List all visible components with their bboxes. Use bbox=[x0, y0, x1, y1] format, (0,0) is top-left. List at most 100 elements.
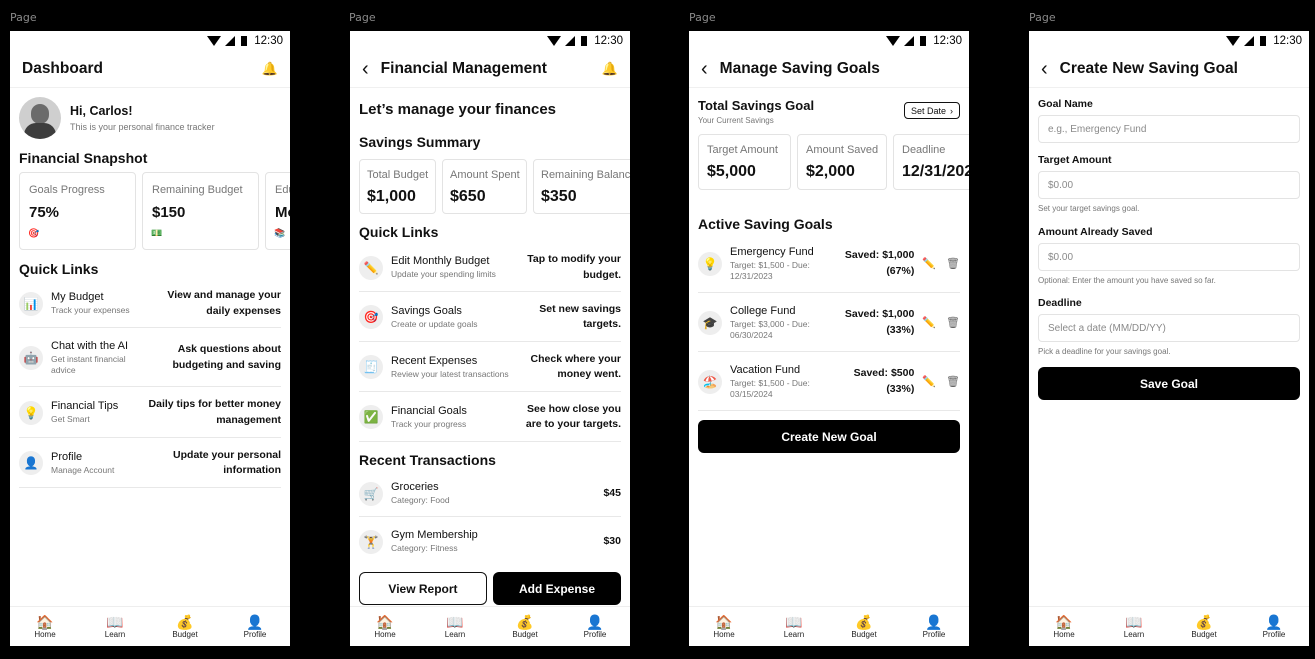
remaining-budget-card[interactable]: Remaining Budget $150 💵 bbox=[142, 172, 259, 250]
dumbbell-icon: 🏋️ bbox=[359, 529, 383, 554]
nav-budget[interactable]: 💰 Budget bbox=[150, 607, 220, 646]
link-financial-goals[interactable]: ✅ Financial Goals Track your progress Se… bbox=[359, 393, 621, 442]
card-label: Amount Spent bbox=[450, 169, 520, 181]
save-goal-button[interactable]: Save Goal bbox=[1038, 367, 1300, 400]
card-value: Mo bbox=[275, 204, 290, 221]
status-bar: 12:30 bbox=[10, 31, 290, 50]
books-icon: 📚 bbox=[274, 228, 286, 238]
add-expense-button[interactable]: Add Expense bbox=[493, 572, 621, 605]
card-label: Goals Progress bbox=[29, 184, 105, 196]
create-new-goal-button[interactable]: Create New Goal bbox=[698, 420, 960, 453]
home-icon: 🏠 bbox=[715, 614, 733, 630]
set-date-label: Set Date bbox=[910, 105, 947, 116]
home-icon: 🏠 bbox=[1055, 614, 1073, 630]
quick-link-financial-tips[interactable]: 💡 Financial Tips Get Smart Daily tips fo… bbox=[19, 388, 281, 438]
goal-saved: Saved: $500 bbox=[853, 367, 915, 380]
link-description: Get Smart bbox=[51, 414, 90, 425]
page-label: Page bbox=[689, 11, 716, 24]
money-icon: 💵 bbox=[151, 228, 163, 238]
nav-budget[interactable]: 💰 Budget bbox=[1169, 607, 1239, 646]
greeting-subtitle: This is your personal finance tracker bbox=[70, 122, 215, 132]
transaction-row[interactable]: 🛒 Groceries Category: Food $45 bbox=[359, 471, 621, 517]
create-saving-goal-screen: 12:30 ‹ Create New Saving Goal Goal Name… bbox=[1029, 31, 1309, 646]
nav-learn[interactable]: 📖 Learn bbox=[759, 607, 829, 646]
back-arrow-icon[interactable]: ‹ bbox=[1041, 59, 1048, 79]
nav-home[interactable]: 🏠 Home bbox=[350, 607, 420, 646]
link-savings-goals[interactable]: 🎯 Savings Goals Create or update goals S… bbox=[359, 293, 621, 342]
transaction-category: Category: Food bbox=[391, 495, 450, 506]
nav-profile[interactable]: 👤 Profile bbox=[1239, 607, 1309, 646]
goal-row-emergency[interactable]: 💡 Emergency Fund Target: $1,500 - Due: 1… bbox=[698, 235, 960, 293]
signal-icon bbox=[904, 35, 915, 46]
nav-profile[interactable]: 👤 Profile bbox=[899, 607, 969, 646]
back-arrow-icon[interactable]: ‹ bbox=[701, 59, 708, 79]
goal-detail: Target: $1,500 - Due: 03/15/2024 bbox=[730, 378, 810, 399]
page-label: Page bbox=[1029, 11, 1056, 24]
goals-progress-card[interactable]: Goals Progress 75% 🎯 bbox=[19, 172, 136, 250]
link-description: Get instant financial advice bbox=[51, 354, 126, 375]
link-description: Review your latest transactions bbox=[391, 368, 509, 379]
nav-learn[interactable]: 📖 Learn bbox=[80, 607, 150, 646]
nav-label: Home bbox=[713, 630, 735, 639]
quick-link-chat-ai[interactable]: 🤖 Chat with the AI Get instant financial… bbox=[19, 329, 281, 387]
trash-icon[interactable]: 🗑 bbox=[946, 257, 960, 270]
set-date-button[interactable]: Set Date › bbox=[904, 102, 960, 119]
nav-label: Home bbox=[34, 630, 56, 639]
bottom-nav: 🏠 Home 📖 Learn 💰 Budget 👤 Profile bbox=[10, 606, 290, 646]
edit-icon[interactable]: ✏️ bbox=[922, 257, 936, 270]
nav-budget[interactable]: 💰 Budget bbox=[829, 607, 899, 646]
receipt-icon: 🧾 bbox=[359, 355, 383, 379]
trash-icon[interactable]: 🗑 bbox=[946, 316, 960, 329]
amount-saved-input[interactable]: $0.00 bbox=[1038, 243, 1300, 271]
link-recent-expenses[interactable]: 🧾 Recent Expenses Review your latest tra… bbox=[359, 343, 621, 392]
goal-name-input[interactable]: e.g., Emergency Fund bbox=[1038, 115, 1300, 143]
status-bar: 12:30 bbox=[350, 31, 630, 50]
trash-icon[interactable]: 🗑 bbox=[946, 375, 960, 388]
money-bag-icon: 💰 bbox=[1195, 614, 1213, 630]
wifi-icon bbox=[207, 35, 222, 46]
link-description: Create or update goals bbox=[391, 318, 478, 329]
deadline-input[interactable]: Select a date (MM/DD/YY) bbox=[1038, 314, 1300, 342]
nav-profile[interactable]: 👤 Profile bbox=[220, 607, 290, 646]
page-title: Manage Saving Goals bbox=[719, 59, 880, 77]
transaction-row[interactable]: 🏋️ Gym Membership Category: Fitness $30 bbox=[359, 518, 621, 565]
quick-link-profile[interactable]: 👤 Profile Manage Account Update your per… bbox=[19, 439, 281, 488]
nav-home[interactable]: 🏠 Home bbox=[689, 607, 759, 646]
quick-link-my-budget[interactable]: 📊 My Budget Track your expenses View and… bbox=[19, 280, 281, 328]
savings-summary-title: Savings Summary bbox=[359, 134, 481, 150]
nav-profile[interactable]: 👤 Profile bbox=[560, 607, 630, 646]
nav-learn[interactable]: 📖 Learn bbox=[420, 607, 490, 646]
link-edit-budget[interactable]: ✏️ Edit Monthly Budget Update your spend… bbox=[359, 244, 621, 292]
recent-transactions-title: Recent Transactions bbox=[359, 452, 496, 468]
amount-saved-label: Amount Already Saved bbox=[1038, 226, 1153, 238]
edit-icon[interactable]: ✏️ bbox=[922, 375, 936, 388]
nav-home[interactable]: 🏠 Home bbox=[10, 607, 80, 646]
nav-learn[interactable]: 📖 Learn bbox=[1099, 607, 1169, 646]
greeting: Hi, Carlos! bbox=[70, 104, 133, 118]
card-value: $350 bbox=[541, 188, 577, 205]
nav-home[interactable]: 🏠 Home bbox=[1029, 607, 1099, 646]
link-detail: Daily tips for better money management bbox=[148, 398, 281, 426]
goal-name: Emergency Fund bbox=[730, 246, 814, 259]
transaction-amount: $30 bbox=[603, 534, 621, 547]
page-title: Financial Management bbox=[380, 59, 547, 77]
book-icon: 📖 bbox=[1125, 614, 1143, 630]
goal-row-college[interactable]: 🎓 College Fund Target: $3,000 - Due: 06/… bbox=[698, 294, 960, 352]
bottom-nav: 🏠 Home 📖 Learn 💰 Budget 👤 Profile bbox=[350, 606, 630, 646]
edit-icon[interactable]: ✏️ bbox=[922, 316, 936, 329]
bell-icon[interactable]: 🔔 bbox=[262, 61, 278, 77]
wifi-icon bbox=[886, 35, 901, 46]
target-icon: 🎯 bbox=[28, 228, 40, 238]
education-card[interactable]: Edu Mo 📚 bbox=[265, 172, 290, 250]
card-label: Amount Saved bbox=[806, 144, 879, 156]
link-title: Edit Monthly Budget bbox=[391, 255, 490, 268]
back-arrow-icon[interactable]: ‹ bbox=[362, 59, 369, 79]
avatar[interactable] bbox=[19, 97, 61, 139]
bell-icon[interactable]: 🔔 bbox=[602, 61, 618, 77]
goal-row-vacation[interactable]: 🏖️ Vacation Fund Target: $1,500 - Due: 0… bbox=[698, 353, 960, 411]
view-report-button[interactable]: View Report bbox=[359, 572, 487, 605]
user-icon: 👤 bbox=[246, 614, 264, 630]
nav-budget[interactable]: 💰 Budget bbox=[490, 607, 560, 646]
target-amount-input[interactable]: $0.00 bbox=[1038, 171, 1300, 199]
total-savings-subtitle: Your Current Savings bbox=[698, 116, 774, 125]
